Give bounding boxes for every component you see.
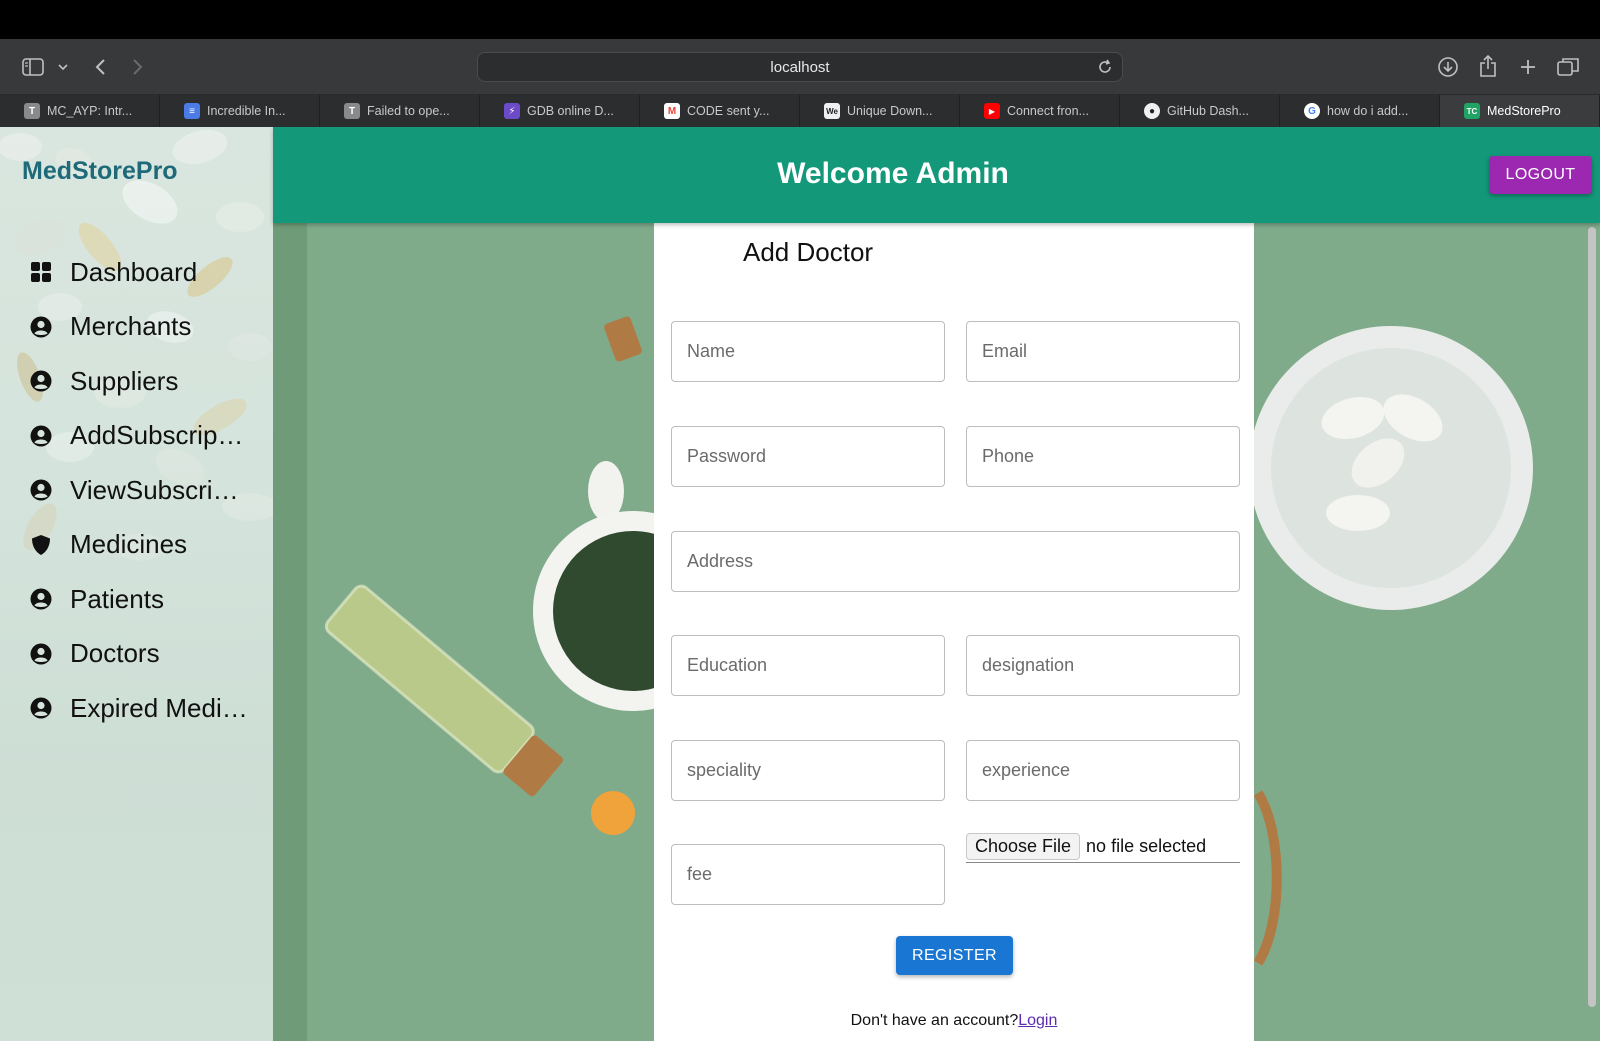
page-title: Welcome Admin <box>777 157 1009 190</box>
password-field[interactable] <box>671 426 945 487</box>
sidebar-item-medicines[interactable]: Medicines <box>0 518 273 573</box>
download-icon[interactable] <box>1436 55 1460 79</box>
tab-favicon-icon: G <box>1304 103 1320 119</box>
tab-favicon-icon: ▶ <box>984 103 1000 119</box>
tab-label: Incredible In... <box>207 104 286 118</box>
user-circle-icon <box>30 370 52 392</box>
page-scrollbar[interactable] <box>1588 227 1596 1007</box>
experience-field[interactable] <box>966 740 1240 801</box>
tab-label: CODE sent y... <box>687 104 770 118</box>
tab-favicon-icon: ⚡ <box>504 103 520 119</box>
sidebar-item-label: Expired Medicines <box>70 692 250 723</box>
sidebar-item-label: ViewSubscriptions <box>70 474 250 505</box>
tab-label: GitHub Dash... <box>1167 104 1249 118</box>
macos-menubar <box>0 0 1600 39</box>
register-button[interactable]: REGISTER <box>896 936 1013 975</box>
form-title: Add Doctor <box>743 237 874 267</box>
tab-6[interactable]: ▶ Connect fron... <box>960 95 1120 127</box>
brand-logo[interactable]: MedStorePro <box>22 157 178 186</box>
email-field[interactable] <box>966 321 1240 382</box>
shield-icon <box>32 534 50 555</box>
back-icon[interactable] <box>88 55 112 79</box>
share-icon[interactable] <box>1476 53 1500 79</box>
tab-1[interactable]: ≡ Incredible In... <box>160 95 320 127</box>
user-circle-icon <box>30 425 52 447</box>
tab-label: MC_AYP: Intr... <box>47 104 133 118</box>
name-field[interactable] <box>671 321 945 382</box>
sidebar-item-doctors[interactable]: Doctors <box>0 627 273 682</box>
tab-4[interactable]: M CODE sent y... <box>640 95 800 127</box>
sidebar-item-expired-medicines[interactable]: Expired Medicines <box>0 681 273 736</box>
new-tab-icon[interactable] <box>1516 55 1540 79</box>
tab-2[interactable]: T Failed to ope... <box>320 95 480 127</box>
main-content: Add Doctor Choose File no file selected … <box>273 223 1600 1041</box>
tab-label: Failed to ope... <box>367 104 450 118</box>
file-status-text: no file selected <box>1086 836 1207 856</box>
tab-label: MedStorePro <box>1487 104 1561 118</box>
tab-8[interactable]: Ghow do i add... <box>1280 95 1440 127</box>
address-field[interactable] <box>671 531 1240 592</box>
sidebar-item-label: AddSubscriptions <box>70 420 250 451</box>
sidebar-nav: Dashboard Merchants Suppliers AddSubscri… <box>0 245 273 736</box>
sidebar-item-dashboard[interactable]: Dashboard <box>0 245 273 300</box>
sidebar-item-label: Doctors <box>70 638 160 669</box>
browser-toolbar: localhost <box>0 39 1600 95</box>
user-circle-icon <box>30 479 52 501</box>
sidebar-item-label: Dashboard <box>70 256 198 287</box>
url-text: localhost <box>770 58 830 76</box>
tab-3[interactable]: ⚡ GDB online D... <box>480 95 640 127</box>
login-link[interactable]: Login <box>1018 1012 1057 1029</box>
logout-button[interactable]: LOGOUT <box>1489 156 1592 194</box>
sidebar-item-add-subscriptions[interactable]: AddSubscriptions <box>0 409 273 464</box>
sidebar-item-label: Medicines <box>70 529 188 560</box>
user-circle-icon <box>30 697 52 719</box>
tab-label: how do i add... <box>1327 104 1409 118</box>
tab-bar: T MC_AYP: Intr... ≡ Incredible In... T Fail… <box>0 95 1600 127</box>
tab-9[interactable]: TC MedStorePro <box>1440 95 1600 127</box>
reload-icon[interactable] <box>1096 58 1114 76</box>
tab-favicon-icon: ≡ <box>184 103 200 119</box>
account-prompt-text: Don't have an account? <box>850 1012 1019 1029</box>
tab-0[interactable]: T MC_AYP: Intr... <box>0 95 160 127</box>
sidebar-item-label: Merchants <box>70 311 192 342</box>
tab-favicon-icon: T <box>24 103 40 119</box>
designation-field[interactable] <box>966 635 1240 696</box>
user-circle-icon <box>30 316 52 338</box>
grid-icon <box>31 262 51 283</box>
tab-label: GDB online D... <box>527 104 614 118</box>
sidebar-item-patients[interactable]: Patients <box>0 572 273 627</box>
tab-favicon-icon: T <box>344 103 360 119</box>
account-prompt: Don't have an account?Login <box>654 1012 1254 1030</box>
tab-favicon-icon: TC <box>1464 103 1480 119</box>
sidebar-toggle-icon[interactable] <box>20 55 46 79</box>
tab-favicon-icon: We <box>824 103 840 119</box>
tab-favicon-icon: M <box>664 103 680 119</box>
tab-label: Connect fron... <box>1007 104 1089 118</box>
education-field[interactable] <box>671 635 945 696</box>
tab-favicon-icon: ● <box>1144 103 1160 119</box>
forward-icon[interactable] <box>126 55 150 79</box>
sidebar-item-suppliers[interactable]: Suppliers <box>0 354 273 409</box>
user-circle-icon <box>30 643 52 665</box>
user-circle-icon <box>30 588 52 610</box>
sidebar-item-view-subscriptions[interactable]: ViewSubscriptions <box>0 463 273 518</box>
fee-field[interactable] <box>671 844 945 905</box>
app-header: Welcome Admin LOGOUT <box>273 127 1600 223</box>
phone-field[interactable] <box>966 426 1240 487</box>
tab-5[interactable]: We Unique Down... <box>800 95 960 127</box>
tab-overview-icon[interactable] <box>1556 55 1580 79</box>
tab-7[interactable]: ● GitHub Dash... <box>1120 95 1280 127</box>
choose-file-button[interactable]: Choose File <box>966 833 1081 860</box>
sidebar: MedStorePro Dashboard Merchants Supplier… <box>0 127 273 1041</box>
tab-label: Unique Down... <box>847 104 933 118</box>
sidebar-item-merchants[interactable]: Merchants <box>0 300 273 355</box>
address-bar[interactable]: localhost <box>477 52 1123 82</box>
chevron-down-icon[interactable] <box>55 59 71 75</box>
sidebar-item-label: Suppliers <box>70 365 179 396</box>
sidebar-item-label: Patients <box>70 583 164 614</box>
app-root: MedStorePro Dashboard Merchants Supplier… <box>0 127 1600 1041</box>
add-doctor-card: Add Doctor Choose File no file selected … <box>654 223 1254 1041</box>
file-upload: Choose File no file selected <box>966 831 1240 863</box>
speciality-field[interactable] <box>671 740 945 801</box>
